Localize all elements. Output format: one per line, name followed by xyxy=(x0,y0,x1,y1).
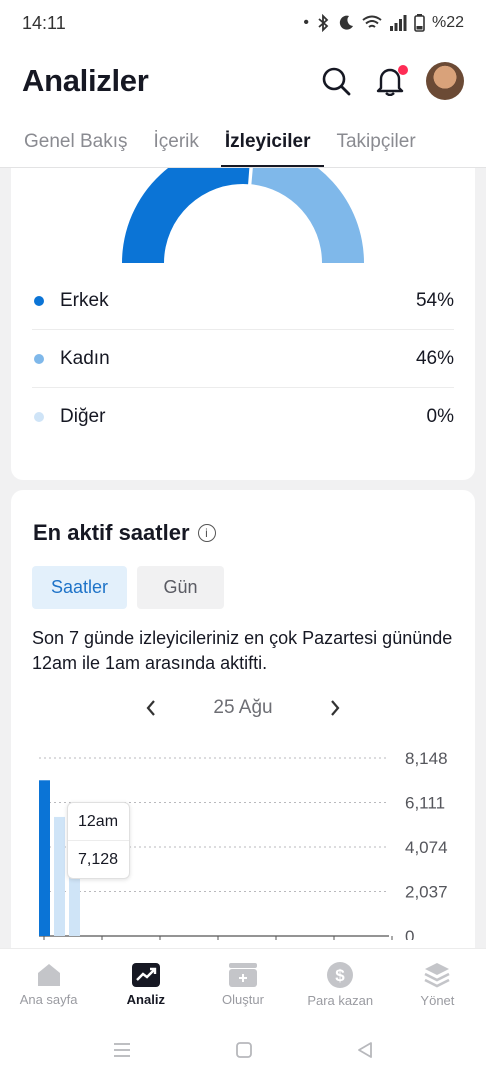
chevron-right-icon xyxy=(330,700,340,716)
legend-label: Kadın xyxy=(60,347,110,369)
tooltip-value: 7,128 xyxy=(78,851,119,868)
y-tick-label: 8,148 xyxy=(405,749,448,768)
current-date: 25 Ağu xyxy=(213,697,273,718)
nav-manage[interactable]: Yönet xyxy=(389,949,486,1020)
section-title: En aktif saatler i xyxy=(33,520,216,546)
tab-content[interactable]: İçerik xyxy=(154,116,199,167)
chart-bar-12am[interactable] xyxy=(39,780,50,936)
page-title: Analizler xyxy=(22,63,149,98)
active-hours-description: Son 7 günde izleyicileriniz en çok Pazar… xyxy=(32,628,453,673)
legend-row-male: Erkek 54% xyxy=(32,272,454,330)
hours-toggle-button[interactable]: Saatler xyxy=(32,566,127,609)
battery-text: %22 xyxy=(431,14,464,31)
y-tick-label: 4,074 xyxy=(405,838,448,857)
system-nav xyxy=(0,1020,486,1080)
day-toggle-button[interactable]: Gün xyxy=(137,566,224,609)
back-icon[interactable] xyxy=(356,1041,374,1059)
date-navigator: 25 Ağu xyxy=(11,694,475,722)
tab-overview[interactable]: Genel Bakış xyxy=(24,116,128,167)
nav-label: Ana sayfa xyxy=(19,992,78,1007)
avatar[interactable] xyxy=(426,62,464,100)
wifi-icon xyxy=(362,15,382,28)
tab-viewers[interactable]: İzleyiciler xyxy=(220,116,324,167)
hours-day-toggle: Saatler Gün xyxy=(32,566,224,609)
status-time: 14:11 xyxy=(22,12,66,33)
bluetooth-icon xyxy=(318,14,329,32)
legend-row-female: Kadın 46% xyxy=(32,330,454,388)
tab-followers[interactable]: Takipçiler xyxy=(336,116,415,167)
notifications-button[interactable] xyxy=(372,63,408,99)
legend-dot-male xyxy=(34,295,44,306)
y-tick-label: 0 xyxy=(405,927,414,940)
info-icon[interactable]: i xyxy=(197,524,216,542)
recents-icon[interactable] xyxy=(112,1042,132,1058)
search-button[interactable] xyxy=(318,63,354,99)
legend-dot-other xyxy=(34,412,44,422)
clapperboard-icon xyxy=(229,963,257,987)
nav-label: Oluştur xyxy=(222,992,264,1007)
active-hours-title: En aktif saatler xyxy=(33,520,190,545)
nav-analytics[interactable]: Analiz xyxy=(97,949,194,1020)
notification-badge xyxy=(398,65,408,75)
layers-icon xyxy=(424,963,450,988)
svg-text:$: $ xyxy=(335,966,345,985)
tooltip-time: 12am xyxy=(68,803,129,841)
content-scroll[interactable]: Erkek 54% Kadın 46% Diğer 0% En aktif sa… xyxy=(0,168,486,948)
moon-icon xyxy=(339,15,353,30)
previous-date-button[interactable] xyxy=(141,698,161,718)
app-header: Analizler xyxy=(0,46,486,116)
dollar-icon: $ xyxy=(327,962,354,988)
active-hours-card: En aktif saatler i Saatler Gün Son 7 gün… xyxy=(11,490,475,948)
battery-icon xyxy=(414,14,425,32)
gauge-male-segment xyxy=(122,168,250,263)
legend-label: Diğer xyxy=(60,406,106,427)
home-button-icon[interactable] xyxy=(235,1041,253,1059)
gauge-female-segment xyxy=(251,168,364,263)
gender-card: Erkek 54% Kadın 46% Diğer 0% xyxy=(11,168,475,480)
dot-icon: • xyxy=(303,14,309,31)
nav-label: Yönet xyxy=(420,993,455,1008)
search-icon xyxy=(322,67,351,96)
gender-gauge xyxy=(122,168,364,263)
legend-row-other: Diğer 0% xyxy=(32,388,454,446)
status-icons: • %22 xyxy=(303,14,464,32)
y-tick-label: 6,111 xyxy=(405,794,445,813)
nav-label: Analiz xyxy=(126,992,165,1007)
gender-legend: Erkek 54% Kadın 46% Diğer 0% xyxy=(32,272,454,446)
status-bar: 14:11 • %22 xyxy=(0,0,486,46)
nav-monetize[interactable]: $ Para kazan xyxy=(292,949,389,1020)
legend-label: Erkek xyxy=(60,289,109,311)
chart-tooltip: 12am 7,128 xyxy=(67,802,130,879)
legend-value: 46% xyxy=(415,347,454,369)
analytics-icon xyxy=(131,963,160,987)
home-icon xyxy=(37,964,60,986)
nav-home[interactable]: Ana sayfa xyxy=(0,949,97,1020)
legend-value: 54% xyxy=(415,289,454,311)
chevron-left-icon xyxy=(146,700,156,716)
y-tick-label: 2,037 xyxy=(405,883,448,902)
page: 14:11 • %22 Analizler Genel Bakış İçerik… xyxy=(0,0,486,1080)
next-date-button[interactable] xyxy=(325,698,345,718)
legend-dot-female xyxy=(34,353,44,364)
chart-bar-1am[interactable] xyxy=(54,816,65,936)
signal-icon xyxy=(389,15,407,31)
legend-value: 0% xyxy=(426,406,454,427)
nav-label: Para kazan xyxy=(307,993,374,1008)
analytics-tabs: Genel Bakış İçerik İzleyiciler Takipçile… xyxy=(0,116,486,168)
nav-create[interactable]: Oluştur xyxy=(194,949,291,1020)
bottom-nav: Ana sayfa Analiz Oluştur $ Para kazan Yö… xyxy=(0,948,486,1020)
